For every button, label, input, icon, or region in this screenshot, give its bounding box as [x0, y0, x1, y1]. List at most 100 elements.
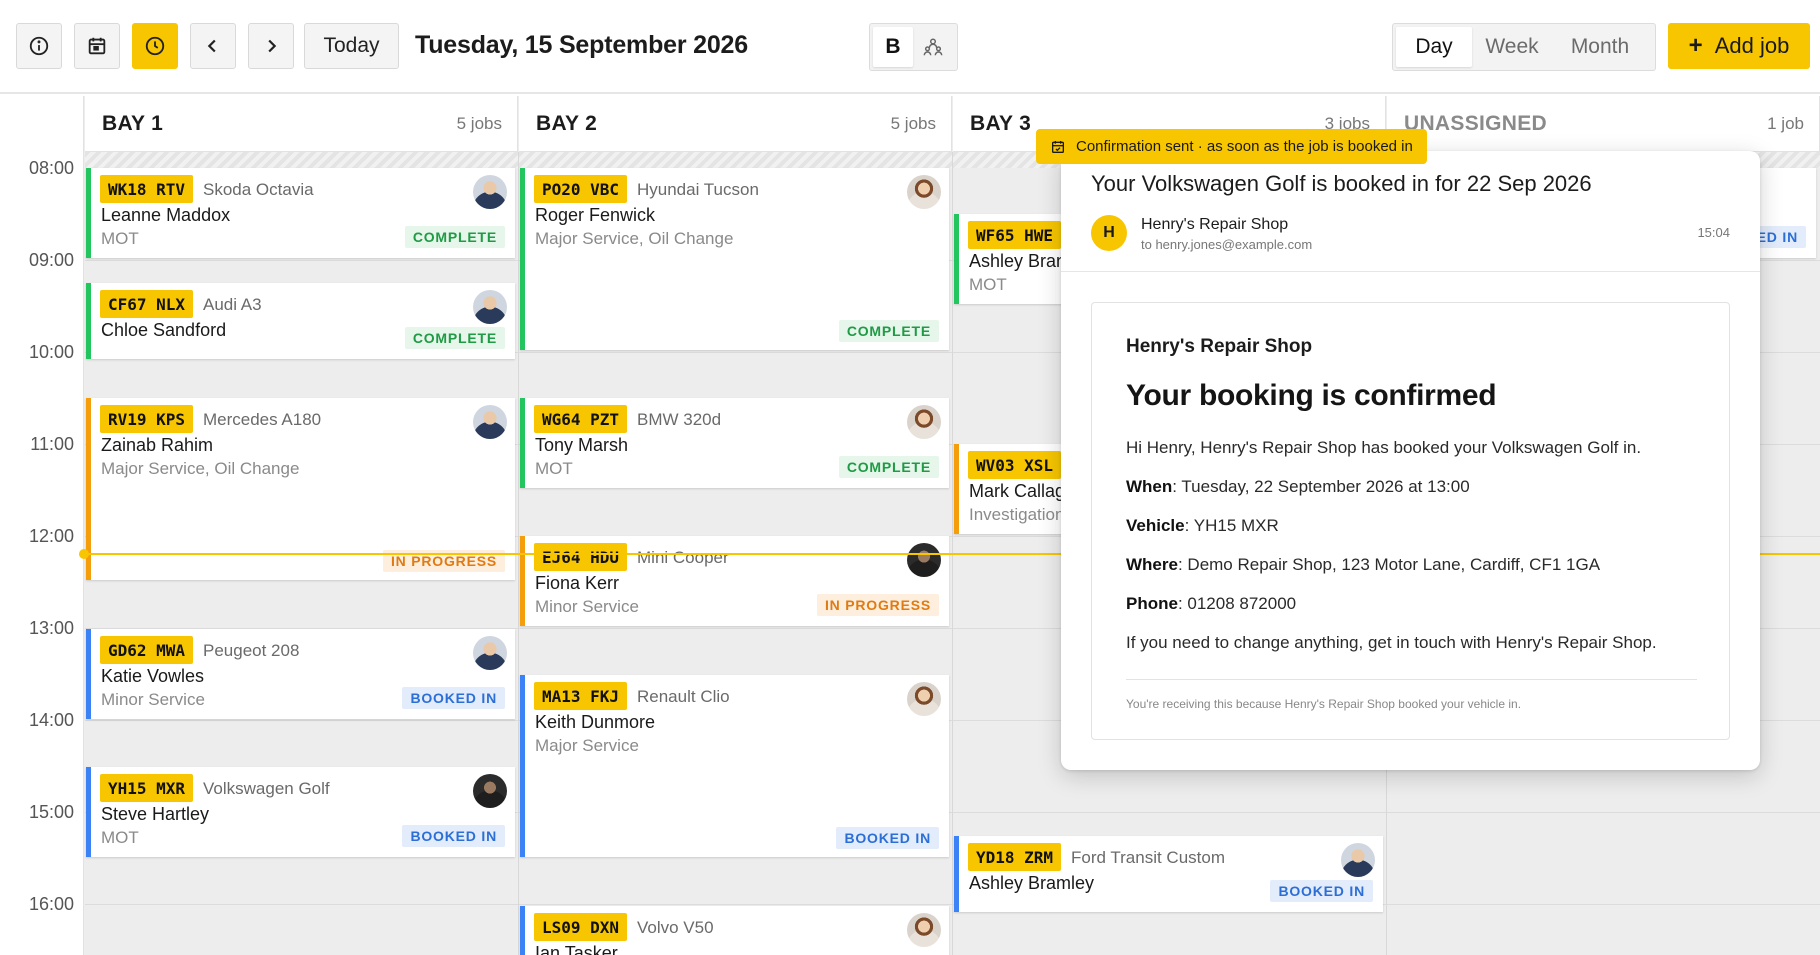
- service-type: Minor Service: [535, 597, 639, 616]
- where-label: Where: [1126, 555, 1178, 574]
- vehicle-model: Mercedes A180: [203, 410, 322, 429]
- previous-day-button[interactable]: [190, 23, 236, 69]
- time-axis: 08:00 09:00 10:00 11:00 12:00 13:00 14:0…: [0, 96, 84, 955]
- status-badge: COMPLETE: [404, 226, 505, 248]
- email-recipient: to henry.jones@example.com: [1141, 237, 1313, 252]
- when-label: When: [1126, 477, 1173, 496]
- customer-name: Ian Tasker: [535, 943, 618, 955]
- technician-avatar: [907, 405, 941, 439]
- service-type: MOT: [969, 275, 1007, 294]
- clock-button[interactable]: [132, 23, 178, 69]
- time-label: 08:00: [28, 158, 74, 178]
- customer-name: Zainab Rahim: [101, 435, 214, 455]
- vehicle-model: Ford Transit Custom: [1071, 848, 1225, 867]
- column-header-bay-2: BAY 2 5 jobs: [519, 96, 952, 152]
- where-value: : Demo Repair Shop, 123 Motor Lane, Card…: [1177, 555, 1601, 574]
- job-card[interactable]: PO20 VBC Hyundai Tucson Roger Fenwick Ma…: [520, 168, 949, 350]
- registration-plate: RV19 KPS: [100, 405, 194, 433]
- technician-avatar: [907, 682, 941, 716]
- email-intro: Hi Henry, Henry's Repair Shop has booked…: [1126, 438, 1642, 457]
- technician-avatar: [907, 913, 941, 947]
- hatched-closed-time: [519, 152, 952, 168]
- bay-mode-button[interactable]: B: [873, 27, 913, 67]
- vehicle-model: Audi A3: [203, 295, 262, 314]
- time-label: 16:00: [28, 894, 74, 914]
- divider: [1061, 271, 1760, 272]
- column-name: BAY 3: [970, 112, 1032, 135]
- email-time: 15:04: [1697, 225, 1730, 240]
- registration-plate: EJ64 HDU: [534, 543, 628, 571]
- next-day-button[interactable]: [248, 23, 294, 69]
- phone-value: : 01208 872000: [1177, 594, 1297, 613]
- job-card[interactable]: WK18 RTV Skoda Octavia Leanne Maddox MOT…: [86, 168, 515, 258]
- confirmation-email-preview: Your Volkswagen Golf is booked in for 22…: [1061, 151, 1760, 770]
- time-label: 10:00: [28, 342, 74, 362]
- service-type: MOT: [101, 229, 139, 248]
- email-when-line: When: Tuesday, 22 September 2026 at 13:0…: [1126, 477, 1470, 497]
- vehicle-model: Volvo V50: [637, 918, 714, 937]
- email-vehicle-line: Vehicle: YH15 MXR: [1126, 516, 1279, 536]
- customer-name: Mark Callag: [969, 481, 1066, 501]
- email-heading: Your booking is confirmed: [1126, 379, 1497, 412]
- job-card[interactable]: EJ64 HDU Mini Cooper Fiona Kerr Minor Se…: [520, 536, 949, 626]
- vehicle-model: Mini Cooper: [637, 548, 729, 567]
- confirmation-sent-text: Confirmation sent · as soon as the job i…: [1076, 138, 1413, 155]
- hatched-closed-time: [85, 152, 518, 168]
- job-card[interactable]: LS09 DXN Volvo V50 Ian Tasker: [520, 906, 949, 955]
- time-label: 12:00: [28, 526, 74, 546]
- today-button[interactable]: Today: [304, 23, 399, 69]
- customer-name: Keith Dunmore: [535, 712, 656, 732]
- confirmation-sent-banner: Confirmation sent · as soon as the job i…: [1036, 129, 1427, 164]
- vehicle-model: Peugeot 208: [203, 641, 300, 660]
- when-value: : Tuesday, 22 September 2026 at 13:00: [1172, 477, 1470, 496]
- job-card[interactable]: WG64 PZT BMW 320d Tony Marsh MOT COMPLET…: [520, 398, 949, 488]
- column-name: BAY 2: [536, 112, 598, 135]
- job-card[interactable]: GD62 MWA Peugeot 208 Katie Vowles Minor …: [86, 629, 515, 719]
- technician-mode-button[interactable]: [913, 27, 953, 67]
- chevron-left-icon: [207, 39, 216, 53]
- time-label: 15:00: [28, 802, 74, 822]
- vehicle-model: BMW 320d: [637, 410, 722, 429]
- vehicle-model: Skoda Octavia: [203, 180, 314, 199]
- job-card[interactable]: MA13 FKJ Renault Clio Keith Dunmore Majo…: [520, 675, 949, 857]
- registration-plate: WK18 RTV: [100, 175, 194, 203]
- customer-name: Steve Hartley: [101, 804, 210, 824]
- time-label: 14:00: [28, 710, 74, 730]
- view-week-tab[interactable]: Week: [1472, 27, 1552, 67]
- chevron-right-icon: [268, 39, 277, 53]
- vehicle-model: Volkswagen Golf: [203, 779, 330, 798]
- registration-plate: YH15 MXR: [100, 774, 194, 802]
- job-card[interactable]: YD18 ZRM Ford Transit Custom Ashley Bram…: [954, 836, 1383, 912]
- view-day-tab[interactable]: Day: [1396, 27, 1472, 67]
- status-badge: COMPLETE: [404, 327, 505, 349]
- status-badge: COMPLETE: [838, 456, 939, 478]
- service-type: Minor Service: [101, 690, 205, 709]
- registration-plate: YD18 ZRM: [968, 843, 1062, 871]
- technician-avatar: [473, 175, 507, 209]
- status-badge: IN PROGRESS: [816, 594, 939, 616]
- column-mode-toggle: B: [869, 23, 958, 71]
- info-button[interactable]: [16, 23, 62, 69]
- job-card[interactable]: YH15 MXR Volkswagen Golf Steve Hartley M…: [86, 767, 515, 857]
- calendar-icon: [88, 37, 106, 55]
- vehicle-value: : YH15 MXR: [1184, 516, 1279, 535]
- technician-avatar: [473, 774, 507, 808]
- plus-icon: +: [1688, 32, 1703, 59]
- vehicle-label: Vehicle: [1126, 516, 1185, 535]
- column-job-count: 5 jobs: [456, 114, 502, 133]
- view-month-tab[interactable]: Month: [1552, 27, 1648, 67]
- current-time-dot: [79, 549, 89, 559]
- customer-name: Leanne Maddox: [101, 205, 231, 225]
- customer-name: Fiona Kerr: [535, 573, 620, 593]
- registration-plate: CF67 NLX: [100, 290, 194, 318]
- registration-plate: PO20 VBC: [534, 175, 628, 203]
- calendar-button[interactable]: [74, 23, 120, 69]
- job-card[interactable]: CF67 NLX Audi A3 Chloe Sandford COMPLETE: [86, 283, 515, 359]
- add-job-button[interactable]: + Add job: [1668, 23, 1810, 69]
- email-closing: If you need to change anything, get in t…: [1126, 633, 1657, 652]
- technician-avatar: [907, 175, 941, 209]
- registration-plate: MA13 FKJ: [534, 682, 628, 710]
- phone-label: Phone: [1126, 594, 1178, 613]
- service-type: Investigation: [969, 505, 1065, 524]
- email-sender: Henry's Repair Shop: [1141, 216, 1289, 233]
